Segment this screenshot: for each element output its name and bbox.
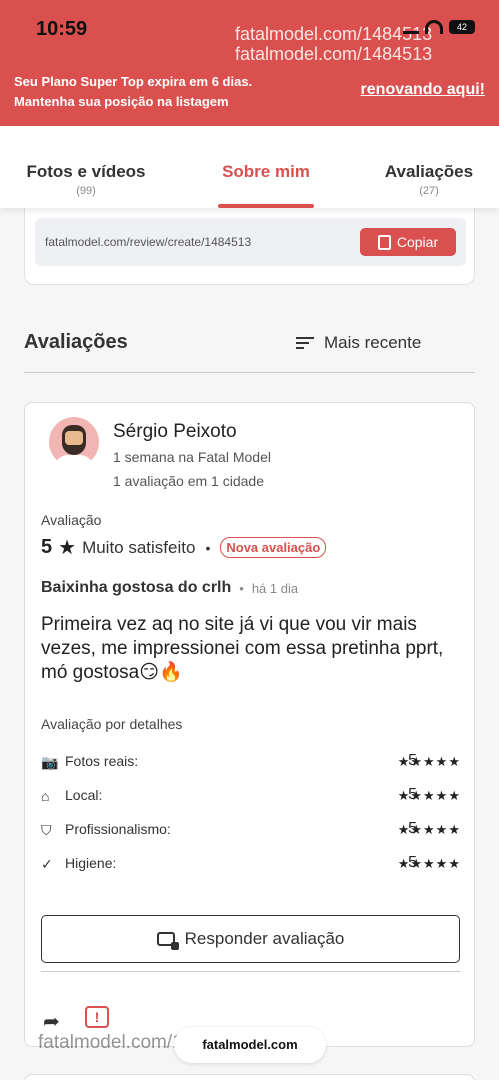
review-title: Baixinha gostosa do crlh: [41, 579, 232, 596]
signal-icon: [403, 20, 419, 34]
detail-label: Local:: [65, 787, 103, 803]
tab-photos-videos[interactable]: Fotos e vídeos (99): [24, 162, 148, 197]
wifi-icon: [425, 20, 443, 34]
rating-score: 5: [41, 536, 53, 558]
star-icon: ★: [58, 537, 77, 559]
review-count: 1 avaliação em 1 cidade: [113, 473, 264, 489]
promo-line-1: Seu Plano Super Top expira em 6 dias.: [14, 74, 253, 89]
detail-label: Profissionalismo:: [65, 821, 171, 837]
detail-row-professionalism: ⛉ Profissionalismo: 5 ★★★★★: [41, 820, 461, 842]
reviewer-name: Sérgio Peixoto: [113, 421, 237, 442]
sort-icon: [296, 337, 314, 349]
rating-label: Avaliação: [41, 512, 102, 528]
status-time: 10:59: [36, 18, 88, 40]
watermark-line: fatalmodel.com/1484513: [235, 44, 433, 64]
card-divider: [41, 971, 460, 972]
promo-line-2: Mantenha sua posição na listagem: [14, 94, 229, 109]
reviews-title: Avaliações: [24, 331, 128, 353]
profile-tabs: Fotos e vídeos (99) Sobre mim Avaliações…: [0, 126, 499, 208]
review-title-row: Baixinha gostosa do crlh • há 1 dia: [41, 579, 298, 597]
detail-stars: ★★★★★: [397, 754, 461, 769]
tab-label: Sobre mim: [222, 162, 310, 181]
separator-dot: •: [205, 539, 211, 556]
review-link-card: fatalmodel.com/review/create/1484513 Cop…: [24, 200, 475, 285]
section-divider: [24, 372, 475, 373]
reply-review-button[interactable]: Responder avaliação: [41, 915, 460, 963]
sort-label: Mais recente: [324, 333, 422, 352]
next-review-card: [24, 1074, 475, 1080]
tab-reviews[interactable]: Avaliações (27): [382, 162, 476, 197]
review-card: Sérgio Peixoto 1 semana na Fatal Model 1…: [24, 402, 475, 1047]
battery-icon: 42: [449, 20, 475, 34]
report-icon[interactable]: !: [85, 1006, 109, 1028]
tab-label: Avaliações: [384, 162, 474, 181]
tab-count: (99): [76, 185, 96, 197]
promo-text: Seu Plano Super Top expira em 6 dias. Ma…: [14, 72, 252, 112]
detail-row-photos: 📷 Fotos reais: 5 ★★★★★: [41, 752, 461, 774]
details-label: Avaliação por detalhes: [41, 716, 183, 732]
tab-count: (27): [419, 185, 439, 197]
tab-about-me[interactable]: Sobre mim: [214, 162, 318, 182]
active-tab-indicator: [218, 204, 314, 208]
check-circle-icon: ✓: [41, 856, 53, 872]
tab-label: Fotos e vídeos: [26, 162, 146, 181]
page: 10:59 fatalmodel.com/1484513 fatalmodel.…: [0, 0, 499, 1080]
review-age: há 1 dia: [251, 580, 299, 596]
separator-dot: •: [239, 580, 244, 596]
sort-dropdown[interactable]: Mais recente: [296, 333, 421, 353]
review-link-box: fatalmodel.com/review/create/1484513 Cop…: [35, 218, 466, 266]
chat-icon: [156, 932, 179, 950]
review-link-url: fatalmodel.com/review/create/1484513: [45, 235, 252, 249]
home-icon: ⌂: [41, 788, 50, 804]
url-pill[interactable]: fatalmodel.com: [174, 1027, 326, 1063]
plan-banner: 10:59 fatalmodel.com/1484513 fatalmodel.…: [0, 0, 499, 126]
shield-check-icon: ⛉: [41, 822, 52, 838]
avatar: [49, 417, 99, 467]
detail-row-hygiene: ✓ Higiene: 5 ★★★★★: [41, 854, 461, 876]
reply-label: Responder avaliação: [184, 929, 345, 948]
copy-label: Copiar: [396, 234, 439, 250]
member-since: 1 semana na Fatal Model: [113, 449, 271, 465]
detail-stars: ★★★★★: [397, 788, 461, 803]
camera-check-icon: 📷: [41, 754, 59, 770]
renew-link[interactable]: renovando aqui!: [361, 81, 485, 99]
new-review-badge: Nova avaliação: [220, 537, 327, 558]
copy-button[interactable]: Copiar: [360, 228, 456, 256]
detail-stars: ★★★★★: [397, 822, 461, 837]
copy-icon: [377, 234, 391, 250]
review-text: Primeira vez aq no site já vi que vou vi…: [41, 614, 444, 683]
status-icons: 42: [403, 20, 475, 34]
detail-row-location: ⌂ Local: 5 ★★★★★: [41, 786, 461, 808]
detail-label: Fotos reais:: [65, 753, 139, 769]
detail-stars: ★★★★★: [397, 856, 461, 871]
share-icon[interactable]: ➦: [43, 1009, 60, 1034]
detail-label: Higiene:: [65, 855, 117, 871]
rating-sentiment: Muito satisfeito: [82, 537, 196, 557]
overall-rating: 5 ★ Muito satisfeito • Nova avaliação: [41, 535, 327, 560]
